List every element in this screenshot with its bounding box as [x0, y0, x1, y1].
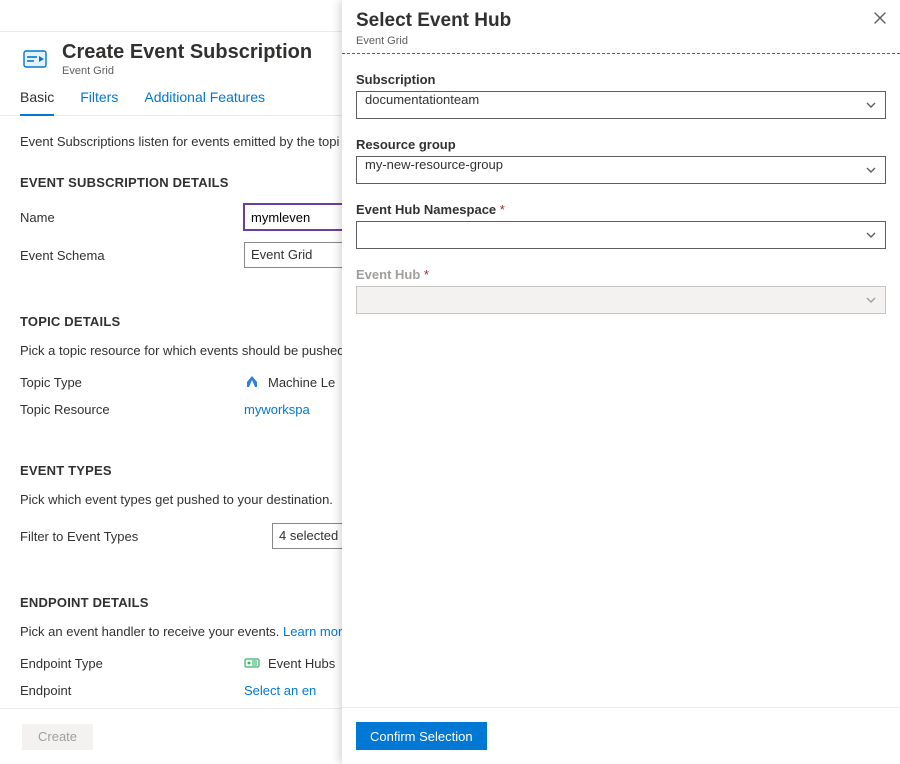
resource-group-select[interactable]: my-new-resource-group — [356, 156, 886, 184]
endpoint-type-value: Event Hubs — [268, 656, 335, 671]
topic-type-label: Topic Type — [20, 375, 244, 390]
machine-learning-icon — [244, 374, 260, 390]
panel-title: Select Event Hub — [356, 8, 886, 34]
endpoint-label: Endpoint — [20, 683, 244, 698]
topic-resource-label: Topic Resource — [20, 402, 244, 417]
page-title: Create Event Subscription — [62, 40, 312, 64]
create-button: Create — [22, 724, 93, 750]
topic-resource-link[interactable]: myworkspa — [244, 402, 310, 417]
chevron-down-icon — [865, 99, 877, 111]
tab-basic[interactable]: Basic — [20, 89, 54, 115]
event-hub-select — [356, 286, 886, 314]
learn-more-link[interactable]: Learn more — [283, 624, 349, 639]
endpoint-type-label: Endpoint Type — [20, 656, 244, 671]
name-label: Name — [20, 210, 244, 225]
chevron-down-icon — [865, 164, 877, 176]
event-hubs-icon — [244, 655, 260, 671]
confirm-selection-button[interactable]: Confirm Selection — [356, 722, 487, 750]
resource-group-label: Resource group — [356, 137, 886, 152]
panel-subtitle: Event Grid — [356, 35, 886, 47]
select-endpoint-link[interactable]: Select an en — [244, 683, 316, 698]
chevron-down-icon — [865, 229, 877, 241]
chevron-down-icon — [865, 294, 877, 306]
event-schema-label: Event Schema — [20, 248, 244, 263]
event-grid-icon — [20, 44, 50, 74]
tab-additional-features[interactable]: Additional Features — [144, 89, 265, 115]
subscription-select[interactable]: documentationteam — [356, 91, 886, 119]
event-hub-label: Event Hub * — [356, 267, 886, 282]
filter-event-types-label: Filter to Event Types — [20, 529, 272, 544]
page-subtitle: Event Grid — [62, 65, 312, 77]
event-hub-namespace-label: Event Hub Namespace * — [356, 202, 886, 217]
event-hub-namespace-select[interactable] — [356, 221, 886, 249]
select-event-hub-panel: Select Event Hub Event Grid Subscription… — [342, 0, 900, 764]
topic-type-value: Machine Le — [268, 375, 335, 390]
close-icon[interactable] — [870, 8, 890, 28]
tab-filters[interactable]: Filters — [80, 89, 118, 115]
subscription-label: Subscription — [356, 72, 886, 87]
